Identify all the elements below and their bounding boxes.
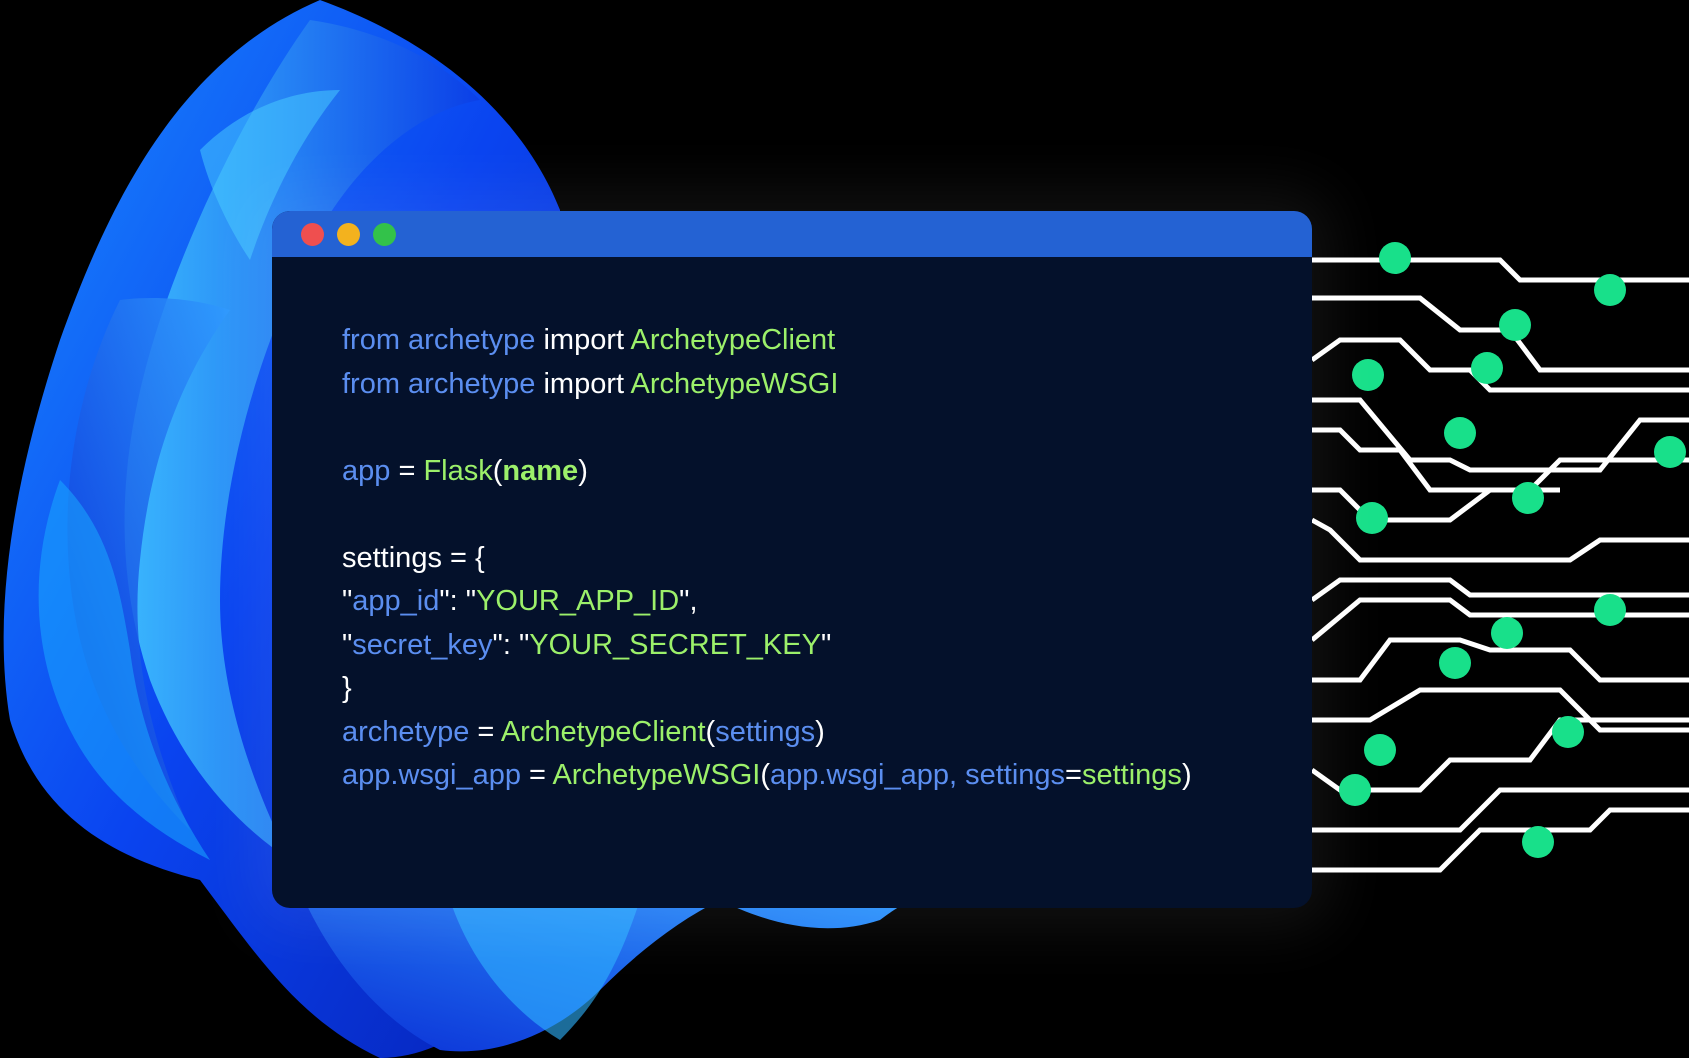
circuit-node <box>1439 647 1471 679</box>
code-token: ( <box>760 759 771 791</box>
code-token: app.wsgi_app <box>342 759 521 791</box>
code-token: app.wsgi_app, settings <box>770 759 1066 791</box>
code-line: settings = { <box>342 537 1192 581</box>
code-token: YOUR_APP_ID <box>476 585 680 617</box>
code-token: } <box>342 672 352 704</box>
circuit-node <box>1379 242 1411 274</box>
code-token: = <box>1065 759 1082 791</box>
code-token: = <box>469 715 501 748</box>
code-token: Flask <box>423 454 493 487</box>
code-token: YOUR_SECRET_KEY <box>529 628 821 661</box>
code-token: = <box>390 454 424 487</box>
circuit-node <box>1352 359 1384 391</box>
circuit-node <box>1339 774 1371 806</box>
code-token: ArchetypeWSGI <box>630 367 839 400</box>
code-token: secret_key <box>352 628 493 661</box>
code-token: " <box>820 628 832 661</box>
code-token: from archetype <box>342 324 536 356</box>
code-token: ArchetypeClient <box>630 324 836 356</box>
code-token: archetype <box>342 715 470 748</box>
circuit-node <box>1654 436 1686 468</box>
code-line: archetype = ArchetypeClient(settings) <box>342 711 1192 755</box>
code-token: ) <box>578 454 588 487</box>
circuit-node <box>1499 309 1531 341</box>
circuit-node <box>1552 716 1584 748</box>
code-line: "app_id": "YOUR_APP_ID", <box>342 580 1192 624</box>
code-line: from archetype import ArchetypeWSGI <box>342 363 1192 407</box>
circuit-node <box>1594 594 1626 626</box>
circuit-node <box>1471 352 1503 384</box>
circuit-node <box>1444 417 1476 449</box>
code-token: app_id <box>352 585 440 617</box>
minimize-dot-icon[interactable] <box>337 222 360 246</box>
code-line: from archetype import ArchetypeClient <box>342 319 1192 363</box>
code-token: = <box>520 759 553 791</box>
code-token: " <box>342 628 353 661</box>
window-titlebar <box>272 211 1312 257</box>
code-token: ) <box>1181 759 1192 791</box>
code-token: import <box>535 324 631 356</box>
code-token: ArchetypeClient <box>500 715 706 748</box>
hero-illustration: from archetype import ArchetypeClient fro… <box>0 0 1689 1058</box>
code-token: ", <box>679 585 698 617</box>
circuit-node <box>1512 482 1544 514</box>
code-token: from archetype <box>342 367 536 400</box>
code-token: ( <box>705 715 716 748</box>
code-token: ": " <box>492 628 530 661</box>
circuit-lines-graphic <box>1310 242 1689 873</box>
code-token: ) <box>815 715 825 748</box>
code-token: ArchetypeWSGI <box>552 759 761 791</box>
code-token: ": " <box>439 585 477 617</box>
close-dot-icon[interactable] <box>301 222 324 246</box>
code-token: name <box>502 454 579 487</box>
code-token: app <box>342 454 391 487</box>
circuit-node <box>1364 734 1396 766</box>
code-line: "secret_key": "YOUR_SECRET_KEY" <box>342 624 1192 668</box>
maximize-dot-icon[interactable] <box>373 222 396 246</box>
code-line: app = Flask(name) <box>342 450 1192 494</box>
code-token: ( <box>492 454 503 487</box>
code-token: " <box>342 585 353 617</box>
circuit-node <box>1594 274 1626 306</box>
circuit-node <box>1522 826 1554 858</box>
code-line: app.wsgi_app = ArchetypeWSGI(app.wsgi_ap… <box>342 754 1192 798</box>
code-token: settings = { <box>342 541 485 574</box>
code-editor-window: from archetype import ArchetypeClient fro… <box>272 211 1312 908</box>
code-token: settings <box>1081 759 1182 791</box>
circuit-node <box>1356 502 1388 534</box>
circuit-node <box>1491 617 1523 649</box>
code-token: import <box>535 367 631 400</box>
code-line: } <box>342 667 1192 711</box>
code-block: from archetype import ArchetypeClient fro… <box>342 319 1192 798</box>
code-token: settings <box>715 715 816 748</box>
